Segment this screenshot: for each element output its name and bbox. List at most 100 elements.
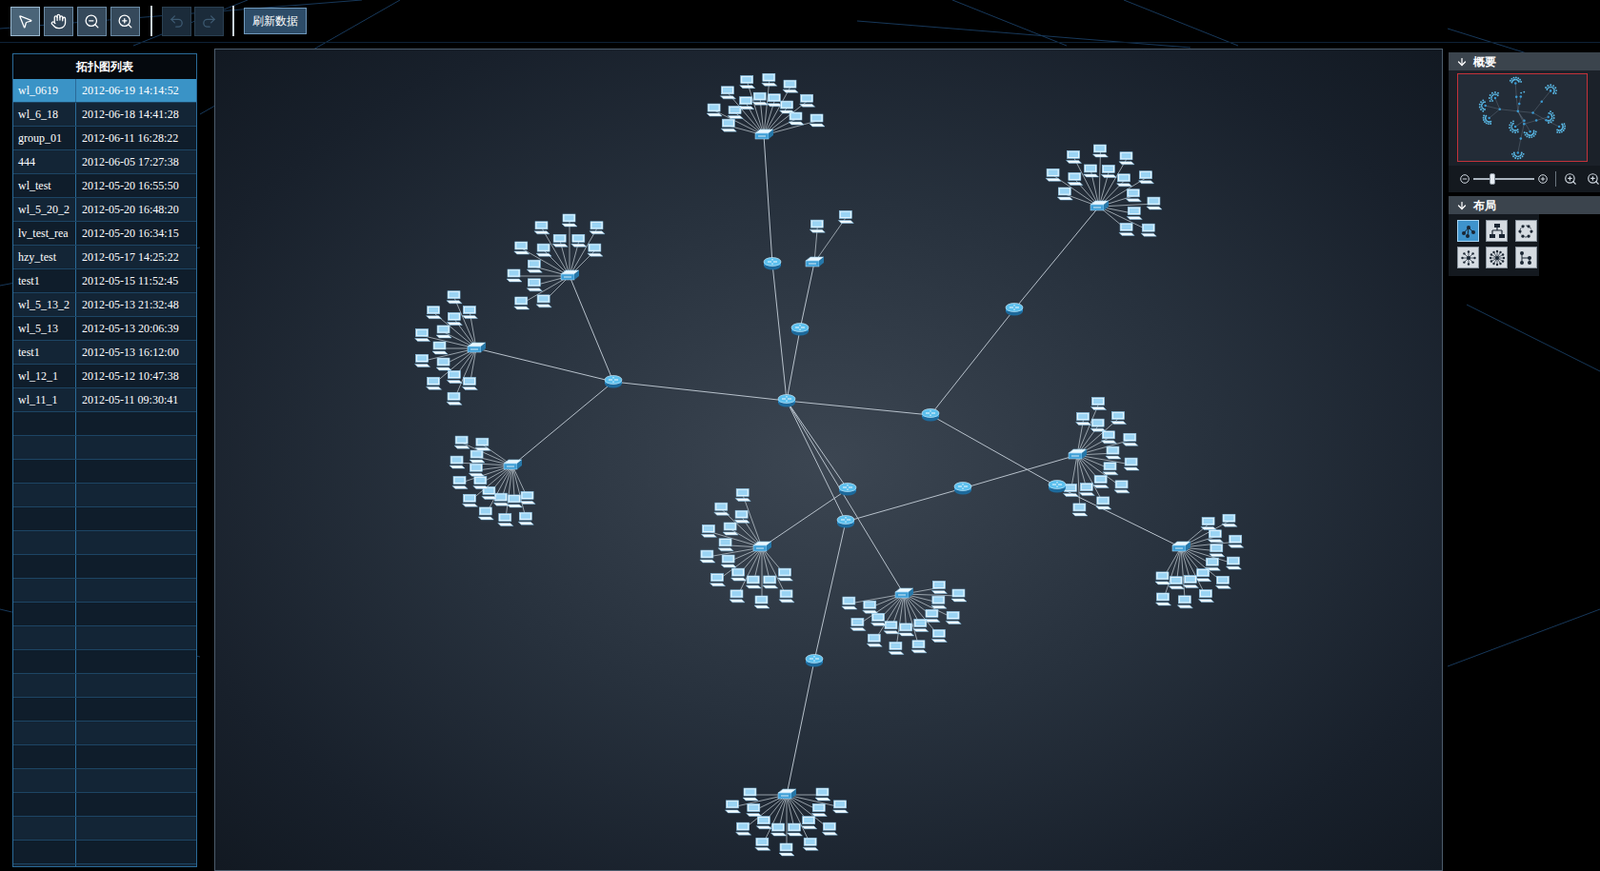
- computer-node[interactable]: [1122, 433, 1139, 446]
- computer-node[interactable]: [742, 788, 759, 801]
- router-node[interactable]: [805, 655, 823, 668]
- computer-node[interactable]: [779, 843, 795, 857]
- computer-node[interactable]: [1045, 168, 1061, 181]
- computer-node[interactable]: [1221, 514, 1238, 527]
- computer-node[interactable]: [951, 589, 967, 602]
- computer-node[interactable]: [536, 295, 552, 308]
- computer-node[interactable]: [786, 823, 802, 837]
- computer-node[interactable]: [1100, 164, 1117, 178]
- select-tool-button[interactable]: [10, 6, 40, 37]
- computer-node[interactable]: [1215, 576, 1231, 589]
- computer-node[interactable]: [762, 576, 779, 589]
- computer-node[interactable]: [706, 103, 722, 117]
- layout-option-button[interactable]: [1457, 220, 1480, 242]
- layout-option-button[interactable]: [1515, 220, 1538, 242]
- computer-node[interactable]: [432, 341, 448, 355]
- computer-node[interactable]: [779, 590, 795, 603]
- topology-list-row[interactable]: wl_12_12012-05-12 10:47:38: [13, 364, 197, 389]
- computer-node[interactable]: [735, 488, 751, 501]
- computer-node[interactable]: [739, 97, 755, 110]
- computer-node[interactable]: [446, 392, 462, 405]
- switch-node[interactable]: [778, 789, 797, 800]
- computer-node[interactable]: [1156, 593, 1172, 606]
- computer-node[interactable]: [478, 507, 494, 520]
- computer-node[interactable]: [506, 495, 522, 508]
- switch-node[interactable]: [560, 270, 580, 280]
- computer-node[interactable]: [526, 260, 542, 273]
- computer-node[interactable]: [1114, 480, 1130, 494]
- overview-viewport[interactable]: [1457, 73, 1588, 162]
- topology-list-row[interactable]: wl_06192012-06-19 14:14:52: [13, 79, 197, 103]
- computer-node[interactable]: [777, 568, 793, 581]
- layout-header[interactable]: 布局: [1448, 196, 1600, 215]
- computer-node[interactable]: [815, 788, 831, 801]
- computer-node[interactable]: [850, 618, 866, 631]
- computer-node[interactable]: [883, 621, 900, 635]
- computer-node[interactable]: [771, 823, 787, 837]
- zoom-slider[interactable]: [1473, 173, 1535, 185]
- layout-option-button[interactable]: [1515, 246, 1538, 269]
- computer-node[interactable]: [426, 377, 442, 390]
- computer-node[interactable]: [571, 234, 587, 247]
- computer-node[interactable]: [1228, 535, 1244, 548]
- computer-node[interactable]: [811, 803, 827, 817]
- computer-node[interactable]: [724, 800, 740, 814]
- computer-node[interactable]: [782, 80, 799, 93]
- computer-node[interactable]: [722, 522, 739, 536]
- computer-node[interactable]: [800, 94, 816, 107]
- router-node[interactable]: [839, 483, 857, 497]
- computer-node[interactable]: [473, 477, 489, 490]
- computer-node[interactable]: [1138, 171, 1154, 184]
- switch-node[interactable]: [503, 460, 522, 470]
- computer-node[interactable]: [899, 623, 915, 637]
- redo-button[interactable]: [194, 6, 224, 37]
- router-node[interactable]: [1048, 480, 1066, 494]
- computer-node[interactable]: [498, 514, 514, 527]
- router-node[interactable]: [791, 323, 809, 337]
- computer-node[interactable]: [514, 297, 530, 310]
- computer-node[interactable]: [1093, 475, 1109, 488]
- computer-node[interactable]: [1119, 222, 1135, 236]
- computer-node[interactable]: [1079, 483, 1095, 497]
- computer-node[interactable]: [536, 243, 552, 257]
- layout-option-button[interactable]: [1457, 246, 1480, 269]
- computer-node[interactable]: [911, 640, 927, 654]
- computer-node[interactable]: [838, 210, 854, 223]
- switch-node[interactable]: [895, 588, 914, 599]
- computer-node[interactable]: [452, 476, 468, 489]
- computer-node[interactable]: [720, 555, 737, 568]
- switch-node[interactable]: [1090, 200, 1109, 211]
- computer-node[interactable]: [729, 590, 745, 603]
- computer-node[interactable]: [931, 629, 947, 642]
- computer-node[interactable]: [446, 370, 462, 383]
- computer-node[interactable]: [1066, 150, 1082, 163]
- computer-node[interactable]: [469, 450, 485, 463]
- computer-node[interactable]: [589, 221, 605, 235]
- computer-node[interactable]: [561, 214, 578, 227]
- computer-node[interactable]: [756, 817, 772, 830]
- computer-node[interactable]: [700, 550, 716, 563]
- router-node[interactable]: [921, 409, 940, 422]
- computer-node[interactable]: [446, 313, 462, 326]
- computer-node[interactable]: [534, 221, 550, 235]
- computer-node[interactable]: [1196, 569, 1212, 582]
- topology-list-row[interactable]: wl_5_13_22012-05-13 21:32:48: [13, 293, 197, 318]
- computer-node[interactable]: [506, 269, 522, 282]
- computer-node[interactable]: [801, 817, 818, 830]
- computer-node[interactable]: [587, 243, 603, 257]
- topology-list-row[interactable]: wl_5_132012-05-13 20:06:39: [13, 317, 197, 341]
- computer-node[interactable]: [746, 803, 762, 817]
- computer-node[interactable]: [761, 73, 778, 86]
- computer-node[interactable]: [913, 620, 929, 633]
- computer-node[interactable]: [931, 580, 947, 594]
- switch-node[interactable]: [1172, 541, 1191, 552]
- computer-node[interactable]: [518, 512, 534, 525]
- zoom-out-tool-button[interactable]: [77, 6, 107, 37]
- computer-node[interactable]: [1067, 173, 1083, 186]
- computer-node[interactable]: [1117, 174, 1133, 187]
- switch-node[interactable]: [755, 129, 774, 140]
- computer-node[interactable]: [1096, 497, 1112, 510]
- computer-node[interactable]: [1072, 503, 1088, 517]
- topology-list-row[interactable]: test12012-05-13 16:12:00: [13, 340, 197, 365]
- computer-node[interactable]: [426, 306, 442, 320]
